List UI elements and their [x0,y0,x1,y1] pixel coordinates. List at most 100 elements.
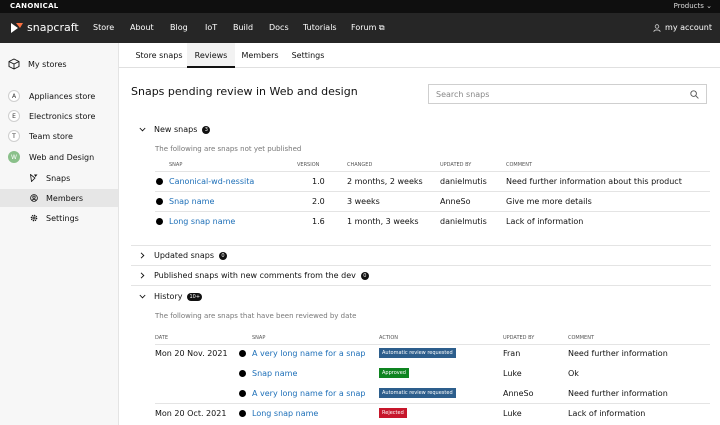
section-divider [131,245,711,246]
table-divider [155,191,710,192]
published-comments-toggle[interactable]: Published snaps with new comments from t… [139,271,369,280]
history-updated-by: AnneSo [503,389,534,398]
store-avatar: T [8,130,20,142]
snap-updated-by: danielmutis [440,177,487,186]
canonical-logo[interactable]: CANONICAL [10,2,59,10]
search-input[interactable] [429,85,669,103]
table-divider [155,171,710,172]
store-label: Web and Design [29,152,95,162]
section-description: The following are snaps that have been r… [155,312,357,320]
column-header: Updated by [503,335,535,341]
canonical-bar: CANONICAL Products ⌄ [0,0,720,13]
store-label: Electronics store [29,111,96,121]
action-badge: Rejected [379,408,407,418]
sidebar-item-appliances-store[interactable]: A Appliances store [8,90,95,102]
snap-link[interactable]: Canonical-wd-nessita [169,177,254,186]
nav-forum[interactable]: Forum ⧉ [351,23,385,33]
nav-blog[interactable]: Blog [170,23,188,32]
nav-tutorials[interactable]: Tutorials [303,23,337,32]
status-dot [156,218,163,225]
nav-store[interactable]: Store [93,23,114,32]
brand-name: snapcraft [27,21,79,34]
nav-build[interactable]: Build [233,23,253,32]
column-header: Date [155,335,169,341]
history-comment: Need further information [568,389,668,398]
snap-version: 2.0 [312,197,325,206]
history-date: Mon 20 Oct. 2021 [155,409,227,418]
snap-link[interactable]: A very long name for a snap [252,389,365,398]
snap-link[interactable]: Long snap name [252,409,318,418]
page-title: Snaps pending review in Web and design [131,85,358,98]
status-dot [239,410,246,417]
status-dot [239,390,246,397]
my-account-link[interactable]: my account [653,23,712,32]
column-header: Updated by [440,162,472,168]
snap-comment: Give me more details [506,197,592,206]
snap-comment: Lack of information [506,217,584,226]
snap-link[interactable]: Snap name [169,197,214,206]
search-box [428,84,707,104]
user-icon [653,23,661,32]
sidebar-item-team-store[interactable]: T Team store [8,130,73,142]
tab-settings[interactable]: Settings [285,43,331,68]
sub-item-label: Members [46,193,84,203]
sidebar-item-web-and-design[interactable]: W Web and Design [8,151,94,163]
nav-docs[interactable]: Docs [269,23,289,32]
snap-link[interactable]: Long snap name [169,217,235,226]
products-menu[interactable]: Products ⌄ [674,2,712,10]
search-icon[interactable] [690,90,699,99]
section-label: Published snaps with new comments from t… [154,271,356,280]
history-toggle[interactable]: History 10+ [139,292,203,301]
members-icon [30,194,38,202]
column-header: Changed [347,162,373,168]
sidebar-item-settings[interactable]: Settings [0,209,118,227]
nav-forum-label: Forum [351,23,377,32]
store-label: Appliances store [29,91,96,101]
store-tabs: Store snaps Reviews Members Settings [119,43,720,68]
count-badge: 3 [202,125,211,134]
table-divider [155,403,710,404]
snap-changed: 1 month, 3 weeks [347,217,419,226]
action-badge: Automatic review requested [379,348,456,358]
chevron-down-icon [139,294,146,299]
tab-reviews[interactable]: Reviews [187,43,235,68]
nav-about[interactable]: About [130,23,154,32]
account-label: my account [665,23,712,32]
my-stores-heading[interactable]: My stores [8,58,67,70]
section-divider [131,285,711,286]
tab-members[interactable]: Members [237,43,283,68]
snap-link[interactable]: Snap name [252,369,297,378]
table-divider [155,344,710,345]
history-updated-by: Luke [503,409,522,418]
store-label: Team store [29,131,73,141]
history-comment: Ok [568,369,579,378]
new-snaps-toggle[interactable]: New snaps 3 [139,125,211,134]
sidebar-item-members[interactable]: Members [0,189,118,207]
sidebar: My stores A Appliances store E Electroni… [0,43,119,425]
history-updated-by: Luke [503,369,522,378]
status-dot [156,178,163,185]
snap-link[interactable]: A very long name for a snap [252,349,365,358]
sub-item-label: Snaps [46,173,71,183]
sidebar-item-snaps[interactable]: Snaps [0,169,118,187]
action-badge: Automatic review requested [379,388,456,398]
store-avatar: W [8,151,20,163]
store-box-icon [8,58,20,70]
snapcraft-logo[interactable]: snapcraft [10,21,79,34]
external-link-icon: ⧉ [378,23,385,32]
snap-updated-by: AnneSo [440,197,471,206]
history-comment: Lack of information [568,409,646,418]
chevron-right-icon [140,252,145,259]
snap-version: 1.0 [312,177,325,186]
nav-iot[interactable]: IoT [205,23,217,32]
chevron-right-icon [140,272,145,279]
column-header: Comment [506,162,533,168]
history-updated-by: Fran [503,349,521,358]
store-avatar: A [8,90,20,102]
products-label: Products [673,2,704,10]
settings-gear-icon [30,214,38,222]
updated-snaps-toggle[interactable]: Updated snaps 0 [139,251,227,260]
sub-item-label: Settings [46,213,79,223]
sidebar-item-electronics-store[interactable]: E Electronics store [8,110,95,122]
tab-store-snaps[interactable]: Store snaps [131,43,187,68]
